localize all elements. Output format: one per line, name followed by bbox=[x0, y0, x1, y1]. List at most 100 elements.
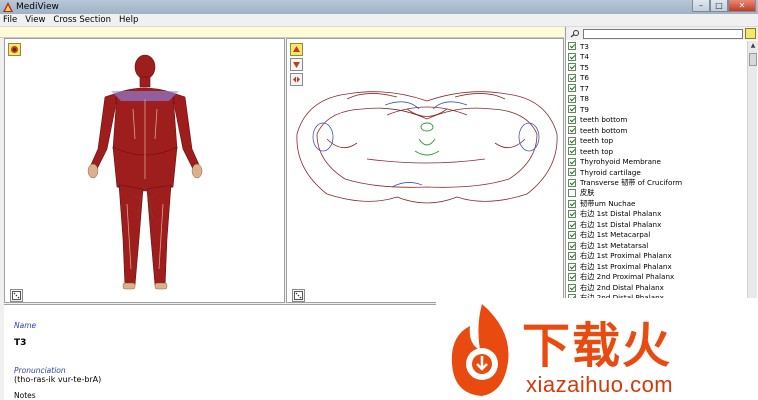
structure-list-item[interactable]: T4 bbox=[568, 52, 746, 63]
menu-file[interactable]: File bbox=[3, 15, 17, 25]
menu-cross-section[interactable]: Cross Section bbox=[53, 15, 111, 25]
structure-list-item[interactable]: 右边 1st Proximal Phalanx bbox=[568, 251, 746, 262]
structure-label: 右边 1st Metatarsal bbox=[580, 240, 649, 250]
body-model-image bbox=[87, 54, 203, 290]
structure-list-item[interactable]: 右边 1st Metacarpal bbox=[568, 230, 746, 241]
visibility-checkbox[interactable] bbox=[568, 231, 576, 240]
structure-label: Thyrohyoid Membrane bbox=[580, 157, 661, 167]
visibility-checkbox[interactable] bbox=[568, 63, 576, 72]
structure-list-item[interactable]: T6 bbox=[568, 73, 746, 84]
structure-list-item[interactable]: T5 bbox=[568, 62, 746, 73]
visibility-checkbox[interactable] bbox=[568, 252, 576, 261]
menu-view[interactable]: View bbox=[25, 15, 45, 25]
structure-list-item[interactable]: teeth bottom bbox=[568, 125, 746, 136]
watermark-url: xiazaihuo.com bbox=[526, 372, 674, 397]
visibility-checkbox[interactable] bbox=[568, 168, 576, 177]
visibility-checkbox[interactable] bbox=[568, 52, 576, 61]
reset-view-button[interactable] bbox=[10, 289, 23, 302]
structure-list-item[interactable]: 右边 1st Distal Phalanx bbox=[568, 209, 746, 220]
structure-label: Transverse 韧带 of Cruciform bbox=[580, 177, 683, 187]
search-input[interactable] bbox=[583, 28, 743, 39]
structure-list-item[interactable]: Thyrohyoid Membrane bbox=[568, 157, 746, 168]
visibility-checkbox[interactable] bbox=[568, 147, 576, 156]
structure-list-item[interactable]: teeth top bbox=[568, 146, 746, 157]
structure-list-item[interactable]: teeth top bbox=[568, 136, 746, 147]
structure-label: T5 bbox=[580, 62, 589, 72]
scroll-thumb[interactable] bbox=[749, 53, 757, 66]
structure-label: T3 bbox=[580, 41, 589, 51]
visibility-checkbox[interactable] bbox=[568, 220, 576, 229]
visibility-checkbox[interactable] bbox=[568, 241, 576, 250]
title-bar[interactable]: MediView – □ ✕ bbox=[0, 0, 758, 14]
app-window: MediView – □ ✕ File View Cross Section H… bbox=[0, 0, 758, 400]
structure-list-item[interactable]: 右边 1st Metatarsal bbox=[568, 241, 746, 252]
visibility-checkbox[interactable] bbox=[568, 42, 576, 51]
structure-label: teeth top bbox=[580, 146, 614, 156]
visibility-checkbox[interactable] bbox=[568, 126, 576, 135]
structure-label: 右边 1st Distal Phalanx bbox=[580, 209, 662, 219]
visibility-checkbox[interactable] bbox=[568, 94, 576, 103]
close-button[interactable]: ✕ bbox=[728, 0, 756, 12]
structure-list-item[interactable]: 右边 2nd Distal Phalanx bbox=[568, 283, 746, 294]
structure-list-item[interactable]: Transverse 韧带 of Cruciform bbox=[568, 178, 746, 189]
structure-list-item[interactable]: 皮肤 bbox=[568, 188, 746, 199]
structure-list-item[interactable]: 韧带um Nuchae bbox=[568, 199, 746, 210]
visibility-checkbox[interactable] bbox=[568, 283, 576, 292]
minimize-button[interactable]: – bbox=[692, 0, 710, 12]
structure-label: teeth top bbox=[580, 136, 614, 146]
structure-label: 右边 1st Proximal Phalanx bbox=[580, 251, 672, 261]
pronunciation-label: Pronunciation bbox=[14, 366, 66, 375]
structure-label: teeth bottom bbox=[580, 115, 628, 125]
structure-label: T9 bbox=[580, 104, 589, 114]
model-view-panel[interactable] bbox=[4, 38, 285, 303]
structure-label: T8 bbox=[580, 94, 589, 104]
structure-list: T3 T4 T5 T6 T7 T8 T9 teeth bottom teeth bottom te… bbox=[568, 41, 746, 301]
cross-section-image bbox=[296, 91, 558, 204]
structure-list-item[interactable]: Thyroid cartilage bbox=[568, 167, 746, 178]
structure-label: 皮肤 bbox=[580, 188, 595, 198]
structure-label: Thyroid cartilage bbox=[580, 167, 641, 177]
visibility-checkbox[interactable] bbox=[568, 189, 576, 198]
window-title: MediView bbox=[16, 2, 59, 12]
watermark-brand: 下载火 bbox=[522, 318, 673, 374]
reset-section-button[interactable] bbox=[292, 289, 305, 302]
structure-label: 右边 1st Metacarpal bbox=[580, 230, 651, 240]
search-go-button[interactable] bbox=[745, 28, 756, 39]
structure-list-item[interactable]: T9 bbox=[568, 104, 746, 115]
structure-list-item[interactable]: 右边 2nd Proximal Phalanx bbox=[568, 272, 746, 283]
structure-list-item[interactable]: T8 bbox=[568, 94, 746, 105]
cross-section-panel[interactable] bbox=[286, 38, 564, 303]
visibility-checkbox[interactable] bbox=[568, 178, 576, 187]
structure-list-item[interactable]: 右边 1st Proximal Phalanx bbox=[568, 262, 746, 273]
structure-list-item[interactable]: 右边 1st Distal Phalanx bbox=[568, 220, 746, 231]
visibility-checkbox[interactable] bbox=[568, 73, 576, 82]
structure-label: T4 bbox=[580, 52, 589, 62]
structure-list-item[interactable]: teeth bottom bbox=[568, 115, 746, 126]
list-scrollbar[interactable]: ▲ bbox=[747, 41, 758, 301]
visibility-checkbox[interactable] bbox=[568, 84, 576, 93]
dice-icon bbox=[12, 291, 21, 300]
visibility-checkbox[interactable] bbox=[568, 262, 576, 271]
visibility-checkbox[interactable] bbox=[568, 136, 576, 145]
name-label: Name bbox=[14, 321, 37, 330]
visibility-checkbox[interactable] bbox=[568, 210, 576, 219]
structure-label: teeth bottom bbox=[580, 125, 628, 135]
menu-bar: File View Cross Section Help bbox=[0, 14, 758, 27]
menu-help[interactable]: Help bbox=[119, 15, 138, 25]
visibility-checkbox[interactable] bbox=[568, 105, 576, 114]
structure-label: 右边 1st Proximal Phalanx bbox=[580, 261, 672, 271]
maximize-button[interactable]: □ bbox=[710, 0, 728, 12]
search-row bbox=[566, 27, 758, 40]
visibility-checkbox[interactable] bbox=[568, 199, 576, 208]
structure-list-item[interactable]: T3 bbox=[568, 41, 746, 52]
name-value: T3 bbox=[14, 338, 27, 348]
watermark-overlay: 下载火 xiazaihuo.com bbox=[436, 298, 758, 400]
status-strip bbox=[0, 27, 564, 38]
visibility-checkbox[interactable] bbox=[568, 115, 576, 124]
scroll-up-icon[interactable]: ▲ bbox=[748, 41, 758, 50]
visibility-checkbox[interactable] bbox=[568, 273, 576, 282]
dice-icon bbox=[294, 291, 303, 300]
visibility-checkbox[interactable] bbox=[568, 157, 576, 166]
structure-label: 右边 2nd Proximal Phalanx bbox=[580, 272, 675, 282]
structure-list-item[interactable]: T7 bbox=[568, 83, 746, 94]
